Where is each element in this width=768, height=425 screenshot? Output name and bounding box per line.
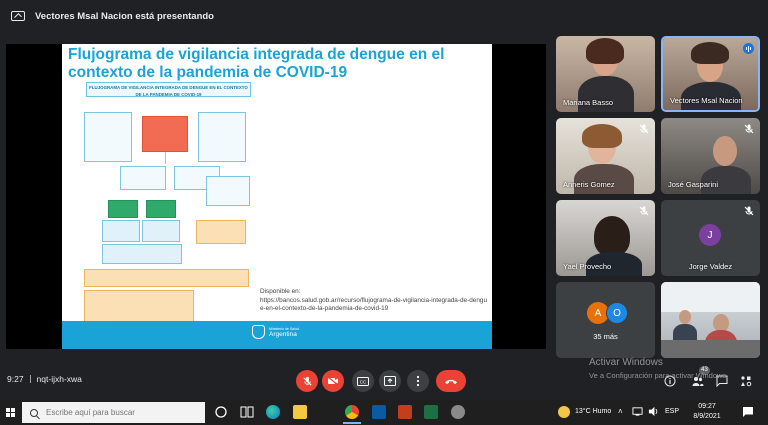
more-options-icon (416, 375, 420, 387)
participant-tile[interactable]: Mariana Basso (556, 36, 655, 112)
tray-chevron-icon[interactable]: ˄ (618, 407, 623, 416)
available-url: https://bancos.salud.gob.ar/recurso/fluj… (260, 296, 487, 313)
control-bar: 9:27 nqt-ijxh-xwa CC (0, 364, 768, 398)
task-view-icon[interactable] (214, 405, 228, 419)
logo-country-text: Argentina (269, 330, 297, 338)
weather-text[interactable]: 13°C Humo (575, 408, 611, 415)
search-icon (30, 408, 38, 417)
windows-logo-icon[interactable] (6, 408, 15, 417)
file-explorer-icon[interactable] (293, 405, 307, 419)
meet-window: Vectores Msal Nacion está presentando Fl… (0, 0, 768, 425)
presenting-bar: Vectores Msal Nacion está presentando (0, 0, 768, 32)
activate-windows-title: Activar Windows (589, 357, 663, 368)
argentina-seal-icon (252, 325, 265, 339)
presenting-text: Vectores Msal Nacion está presentando (35, 10, 214, 22)
captions-icon: CC (357, 376, 369, 386)
participant-tile[interactable]: José Gasparini (661, 118, 760, 194)
flow-box (142, 220, 180, 242)
svg-text:CC: CC (360, 379, 367, 384)
participant-avatar: O (606, 302, 628, 324)
mail-icon[interactable] (372, 405, 386, 419)
mic-off-icon (744, 124, 754, 134)
argentina-logo: Ministerio de Salud Argentina (252, 325, 299, 339)
flow-box (196, 220, 246, 244)
task-switcher-icon[interactable] (240, 405, 254, 419)
flow-box (84, 112, 132, 162)
participant-name: Yael Provecho (563, 262, 612, 271)
volume-icon[interactable] (648, 406, 659, 417)
edge-icon[interactable] (266, 405, 280, 419)
presentation-slide: Flujograma de vigilancia integrada de de… (62, 44, 492, 349)
participant-tile[interactable]: J Jorge Valdez (661, 200, 760, 276)
chrome-icon[interactable] (343, 405, 361, 424)
more-participants-label: 35 más (593, 332, 618, 341)
meeting-code: nqt-ijxh-xwa (36, 374, 82, 384)
flow-box (142, 116, 188, 152)
participant-tile[interactable] (661, 282, 760, 358)
meeting-info: 9:27 nqt-ijxh-xwa (7, 374, 82, 384)
flowchart-note (86, 99, 251, 109)
flow-box (102, 244, 182, 264)
participant-tile[interactable]: Anneris Gomez (556, 118, 655, 194)
excel-icon[interactable] (424, 405, 438, 419)
flow-box (120, 166, 166, 190)
clock[interactable]: 09:27 8/9/2021 (686, 402, 728, 422)
taskbar-search[interactable] (22, 402, 205, 423)
present-to-all-icon (11, 11, 25, 21)
flowchart-image: FLUJOGRAMA DE VIGILANCIA INTEGRADA DE DE… (80, 82, 262, 349)
weather-icon (558, 406, 570, 418)
clock-time: 09:27 (698, 403, 716, 410)
participant-avatar: J (699, 224, 721, 246)
taskbar-search-input[interactable] (46, 408, 196, 417)
network-icon[interactable] (632, 406, 643, 417)
flow-box (108, 200, 138, 218)
participant-name: José Gasparini (668, 180, 719, 189)
windows-taskbar: 13°C Humo ˄ ESP 09:27 8/9/2021 (0, 400, 768, 425)
captions-button[interactable]: CC (352, 370, 374, 392)
more-options-button[interactable] (407, 370, 429, 392)
flow-box (102, 220, 140, 242)
participant-video (661, 282, 760, 358)
flow-box (198, 112, 246, 162)
participant-name: Mariana Basso (563, 98, 614, 107)
speaking-indicator-icon (743, 43, 754, 54)
mic-off-icon (302, 376, 312, 386)
shared-screen[interactable]: Flujograma de vigilancia integrada de de… (6, 44, 546, 349)
flow-line (165, 152, 166, 164)
present-icon (384, 376, 396, 386)
flowchart-title: FLUJOGRAMA DE VIGILANCIA INTEGRADA DE DE… (86, 82, 251, 97)
slide-title: Flujograma de vigilancia integrada de de… (68, 46, 445, 81)
activate-windows-subtitle: Ve a Configuración para activar Windows. (589, 371, 729, 380)
logo-ministry-text: Ministerio de Salud (269, 326, 299, 331)
mic-off-icon (744, 206, 754, 216)
meeting-time: 9:27 (7, 374, 24, 384)
end-call-icon (445, 379, 457, 384)
camera-off-icon (327, 376, 339, 386)
available-text: Disponible en: https://bancos.salud.gob.… (260, 288, 490, 314)
participant-name: Vectores Msal Nacion (670, 96, 743, 105)
camera-toggle-button[interactable] (322, 370, 344, 392)
notifications-icon[interactable] (742, 406, 754, 418)
powerpoint-icon[interactable] (398, 405, 412, 419)
app-icon[interactable] (451, 405, 465, 419)
participant-tile-active-speaker[interactable]: Vectores Msal Nacion (661, 36, 760, 112)
mic-toggle-button[interactable] (296, 370, 318, 392)
activities-icon[interactable] (740, 375, 752, 387)
language-indicator[interactable]: ESP (665, 408, 679, 415)
more-participants-tile[interactable]: A O 35 más (556, 282, 655, 358)
mic-off-icon (639, 206, 649, 216)
present-now-button[interactable] (379, 370, 401, 392)
available-label: Disponible en: (260, 288, 301, 295)
mic-off-icon (639, 124, 649, 134)
clock-date: 8/9/2021 (693, 413, 721, 420)
flow-box (146, 200, 176, 218)
end-call-button[interactable] (436, 370, 466, 392)
flow-box (206, 176, 250, 206)
participant-tile[interactable]: Yael Provecho (556, 200, 655, 276)
participant-name: Jorge Valdez (688, 262, 733, 271)
flow-box (84, 269, 249, 287)
participant-name: Anneris Gomez (563, 180, 615, 189)
